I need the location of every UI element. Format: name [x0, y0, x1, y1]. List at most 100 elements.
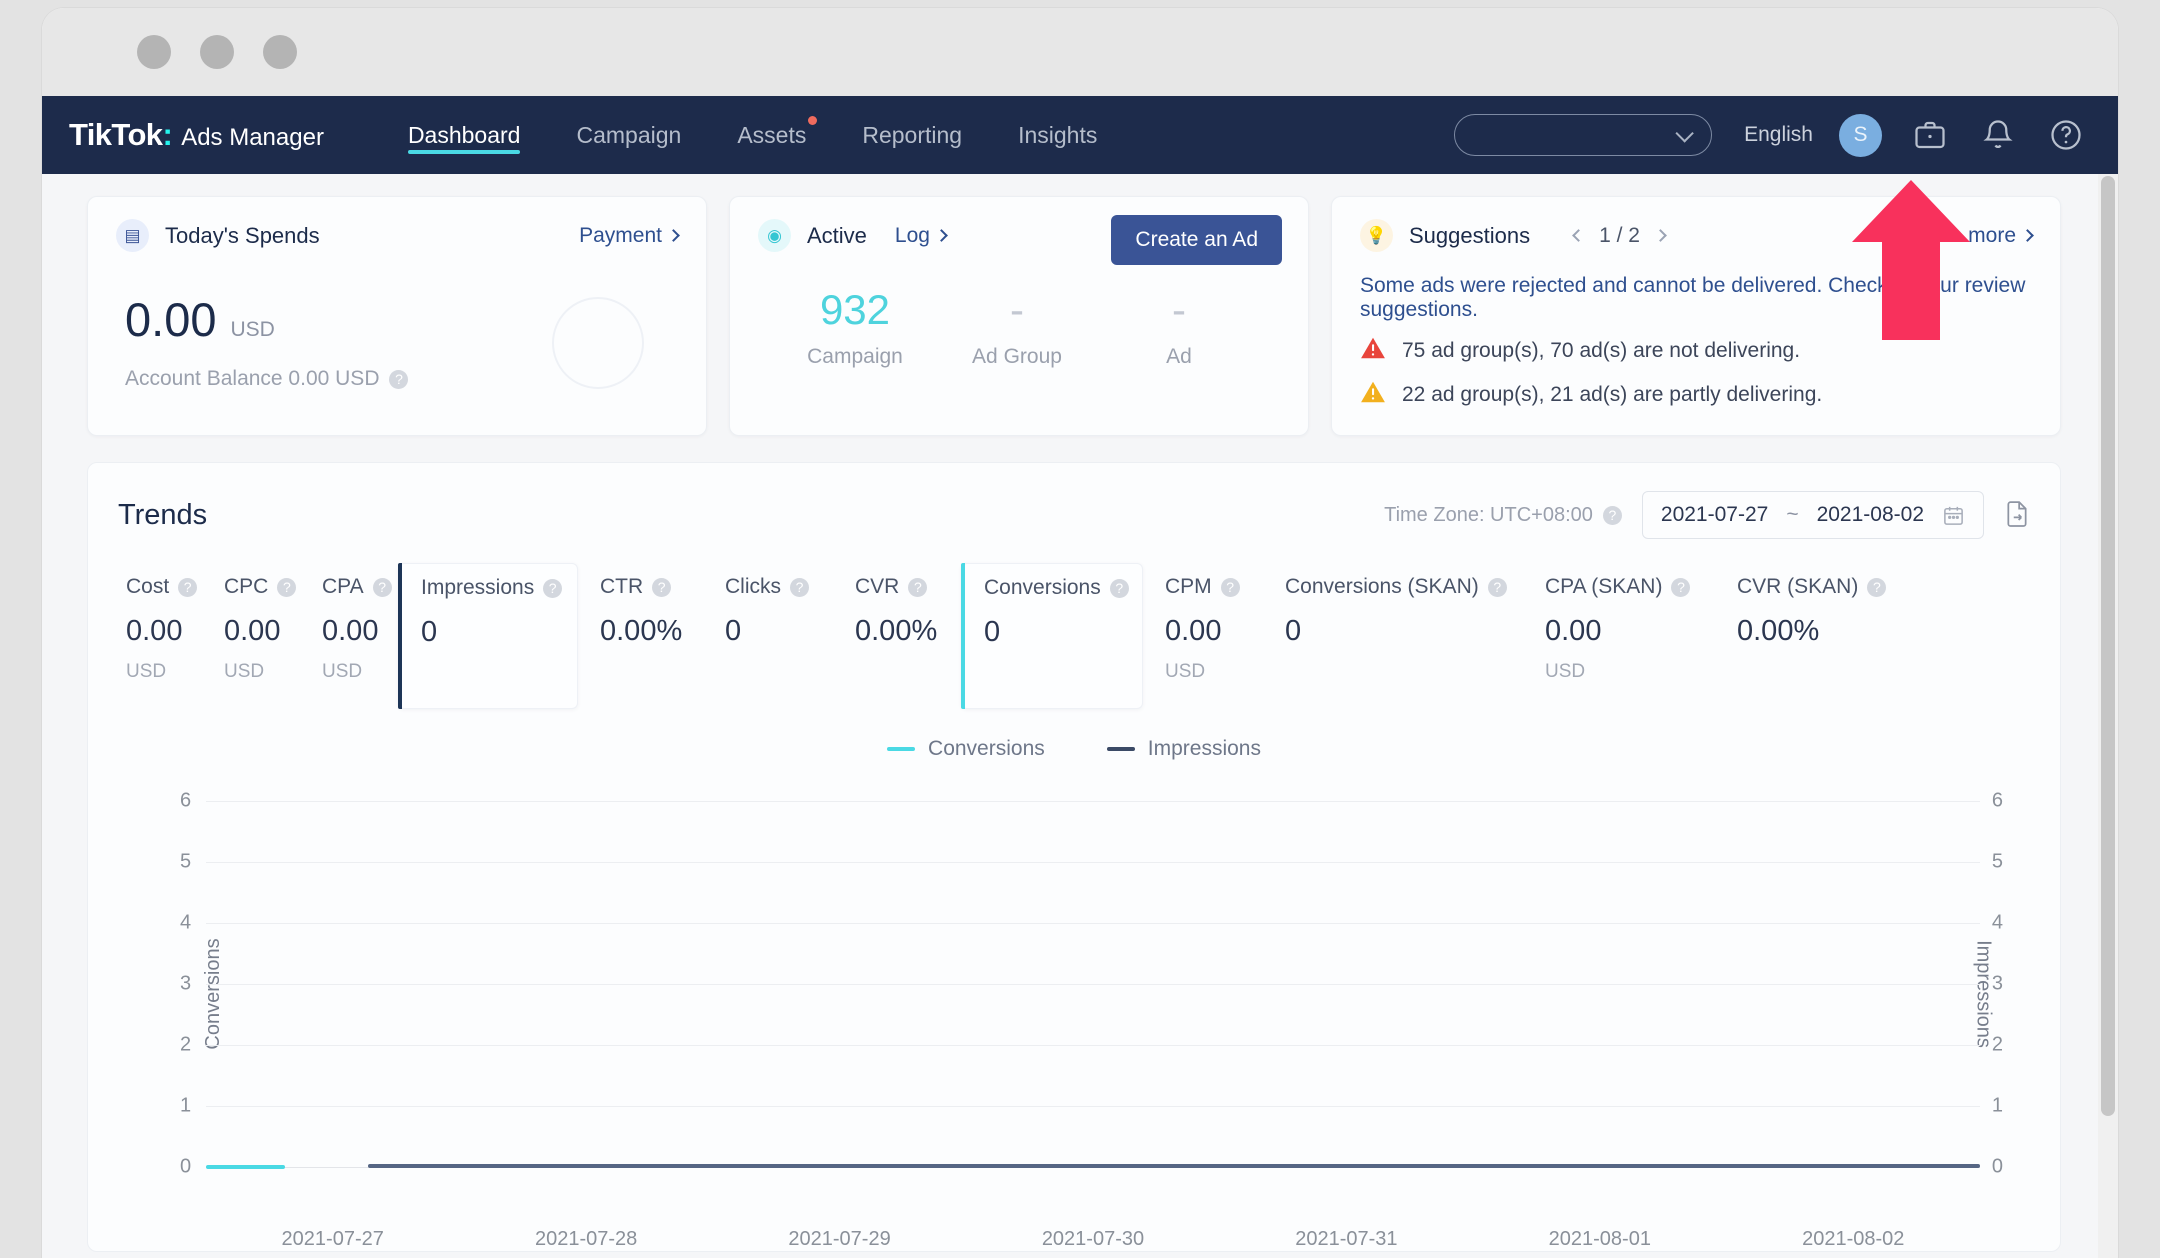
metric-tile-cpa[interactable]: CPA? 0.00 USD — [300, 563, 398, 709]
chevron-down-icon — [1675, 123, 1694, 143]
metric-tile-cvr[interactable]: CVR? 0.00% — [833, 563, 961, 709]
help-tooltip-icon[interactable]: ? — [652, 577, 672, 597]
gridline — [206, 1106, 1980, 1107]
window-minimize-button[interactable] — [200, 35, 234, 69]
x-tick-label: 2021-07-28 — [534, 1228, 638, 1250]
help-tooltip-icon[interactable]: ? — [543, 578, 563, 598]
metric-tile-ctr[interactable]: CTR? 0.00% — [578, 563, 703, 709]
stat-value: - — [1010, 286, 1024, 333]
nav-item-insights[interactable]: Insights — [990, 96, 1125, 174]
metric-tile-cpc[interactable]: CPC? 0.00 USD — [202, 563, 300, 709]
nav-right-controls: English S — [1454, 113, 2118, 157]
help-tooltip-icon[interactable]: ? — [1109, 578, 1129, 598]
metric-header: CPA (SKAN)? — [1545, 575, 1715, 599]
metric-tile-conversions-skan[interactable]: Conversions (SKAN)? 0 — [1263, 563, 1523, 709]
help-tooltip-icon[interactable]: ? — [1602, 505, 1622, 525]
scrollbar-thumb[interactable] — [2101, 176, 2115, 1116]
stat-ad: - Ad — [1098, 286, 1260, 369]
briefcase-icon[interactable] — [1912, 117, 1948, 153]
y-tick-label-left: 1 — [180, 1094, 192, 1117]
help-tooltip-icon[interactable]: ? — [277, 577, 297, 597]
help-tooltip-icon[interactable]: ? — [389, 369, 409, 389]
legend-item-conversions[interactable]: Conversions — [887, 737, 1045, 761]
metric-header: CVR (SKAN)? — [1737, 575, 1895, 599]
page-scrollbar[interactable] — [2098, 174, 2118, 1258]
help-tooltip-icon[interactable]: ? — [1671, 577, 1691, 597]
payment-link[interactable]: Payment — [579, 224, 680, 248]
stat-label: Ad — [1166, 345, 1192, 368]
x-tick-label: 2021-08-01 — [1548, 1228, 1651, 1250]
help-tooltip-icon[interactable]: ? — [908, 577, 928, 597]
metric-tile-cpa-skan[interactable]: CPA (SKAN)? 0.00 USD — [1523, 563, 1715, 709]
date-range-picker[interactable]: 2021-07-27 ~ 2021-08-02 — [1641, 491, 1984, 539]
metrics-strip: Cost? 0.00 USD CPC? 0.00 USD CPA? 0.00 USD Impres… — [104, 539, 2044, 709]
active-status-card: ◉ Active Log Create an Ad 932 Campaign -… — [729, 196, 1309, 436]
y-tick-label-right: 0 — [1991, 1155, 2003, 1178]
metric-header: Clicks? — [725, 575, 833, 599]
help-tooltip-icon[interactable]: ? — [1220, 577, 1240, 597]
metric-unit: USD — [1165, 661, 1206, 682]
metric-header: Conversions? — [984, 576, 1142, 600]
log-link[interactable]: Log — [895, 224, 948, 248]
trends-chart: Conversions Impressions 6543210 6543210 … — [88, 779, 2060, 1251]
date-end: 2021-08-02 — [1816, 503, 1924, 526]
metric-name: CTR — [600, 575, 644, 598]
nav-item-assets[interactable]: Assets — [709, 96, 834, 174]
avatar[interactable]: S — [1839, 113, 1882, 157]
metric-tile-cvr-skan[interactable]: CVR (SKAN)? 0.00% — [1715, 563, 1895, 709]
metric-header: CPA? — [322, 575, 398, 599]
window-maximize-button[interactable] — [263, 35, 297, 69]
logo-text: TikTok — [69, 117, 163, 152]
metric-tile-impressions[interactable]: Impressions? 0 — [398, 563, 578, 709]
gridline — [206, 862, 1980, 863]
stat-campaign: 932 Campaign — [774, 286, 936, 369]
chevron-right-icon — [935, 229, 948, 242]
chevron-right-icon — [667, 229, 680, 242]
pager-prev-icon[interactable] — [1572, 229, 1585, 242]
metric-value: 0.00% — [600, 615, 683, 647]
timezone-text: Time Zone: UTC+08:00 — [1384, 503, 1593, 526]
help-tooltip-icon[interactable]: ? — [1867, 577, 1887, 597]
stat-value: - — [1172, 286, 1186, 333]
page-title: Trends — [118, 498, 208, 531]
account-select-dropdown[interactable] — [1454, 114, 1713, 156]
bell-icon[interactable] — [1980, 117, 2016, 153]
spend-progress-ring — [552, 297, 644, 389]
metric-tile-clicks[interactable]: Clicks? 0 — [703, 563, 833, 709]
nav-item-dashboard[interactable]: Dashboard — [380, 96, 549, 174]
pager-next-icon[interactable] — [1654, 229, 1667, 242]
metric-name: Impressions — [421, 576, 535, 599]
language-selector[interactable]: English — [1744, 123, 1813, 147]
todays-spends-card: ▤ Today's Spends Payment 0.00 USD Account… — [87, 196, 707, 436]
metric-unit: USD — [126, 661, 167, 682]
window-close-button[interactable] — [137, 35, 171, 69]
nav-item-campaign[interactable]: Campaign — [548, 96, 709, 174]
summary-cards-row: ▤ Today's Spends Payment 0.00 USD Account… — [42, 174, 2118, 436]
y-tick-label-right: 2 — [1991, 1033, 2003, 1056]
card-title: Suggestions — [1409, 222, 1531, 248]
help-tooltip-icon[interactable]: ? — [790, 577, 809, 597]
active-stats: 932 Campaign - Ad Group - Ad — [730, 252, 1308, 369]
help-icon[interactable] — [2048, 117, 2084, 153]
tiktok-ads-manager-logo[interactable]: TikTok: Ads Manager — [69, 117, 324, 153]
metric-value: 0 — [421, 616, 438, 648]
metric-value: 0.00% — [1737, 615, 1820, 647]
help-tooltip-icon[interactable]: ? — [1487, 577, 1507, 597]
export-icon[interactable] — [2004, 500, 2030, 530]
help-tooltip-icon[interactable]: ? — [372, 577, 392, 597]
create-an-ad-button[interactable]: Create an Ad — [1111, 215, 1282, 265]
legend-item-impressions[interactable]: Impressions — [1106, 737, 1261, 761]
metric-tile-conversions[interactable]: Conversions? 0 — [961, 563, 1143, 709]
metric-unit: USD — [224, 661, 265, 682]
metric-tile-cpm[interactable]: CPM? 0.00 USD — [1143, 563, 1263, 709]
metric-tile-cost[interactable]: Cost? 0.00 USD — [104, 563, 202, 709]
y-tick-label-left: 4 — [180, 911, 192, 934]
nav-item-reporting[interactable]: Reporting — [834, 96, 990, 174]
y-axis-left-title: Conversions — [202, 938, 225, 1050]
help-tooltip-icon[interactable]: ? — [178, 577, 198, 597]
date-start: 2021-07-27 — [1660, 503, 1769, 526]
trends-panel: Trends Time Zone: UTC+08:00 ? 2021-07-27… — [87, 462, 2061, 1252]
y-tick-label-left: 5 — [180, 850, 192, 873]
metric-header: Impressions? — [421, 576, 577, 600]
date-separator: ~ — [1786, 503, 1799, 526]
